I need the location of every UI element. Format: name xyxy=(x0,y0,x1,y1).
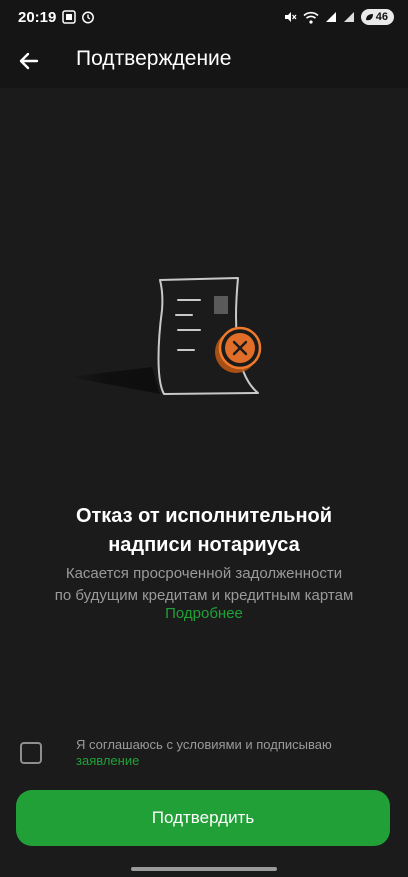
agreement-text: Я соглашаюсь с условиями и подписываю за… xyxy=(76,737,386,769)
document-rejected-illustration xyxy=(60,270,280,415)
home-indicator xyxy=(131,867,277,871)
status-left-icons xyxy=(62,10,95,24)
signal-icon-2 xyxy=(343,12,354,22)
main-heading: Отказ от исполнительной надписи нотариус… xyxy=(0,502,408,560)
status-right-icons: 46 xyxy=(283,9,394,25)
battery-saver-icon xyxy=(365,13,373,20)
screenshot-icon xyxy=(62,10,76,24)
wifi-icon xyxy=(303,11,319,24)
subtitle-line-2: по будущим кредитам и кредитным картам xyxy=(54,587,354,604)
status-time: 20:19 xyxy=(18,9,57,26)
confirm-button[interactable]: Подтвердить xyxy=(16,790,390,846)
status-bar: 20:19 46 xyxy=(0,0,408,34)
battery-level: 46 xyxy=(375,11,388,23)
main-subtitle: Касается просроченной задолженности по б… xyxy=(0,563,408,607)
back-button[interactable] xyxy=(14,46,44,76)
signal-icon xyxy=(325,12,336,22)
alarm-icon xyxy=(82,11,94,24)
page-title: Подтверждение xyxy=(76,47,232,70)
battery-indicator: 46 xyxy=(360,9,394,25)
arrow-left-icon xyxy=(19,52,39,70)
heading-line-1: Отказ от исполнительной xyxy=(75,505,333,527)
subtitle-line-1: Касается просроченной задолженности xyxy=(65,565,343,582)
statement-link[interactable]: заявление xyxy=(76,753,386,769)
agreement-label: Я соглашаюсь с условиями и подписываю xyxy=(76,737,332,752)
mute-icon xyxy=(284,12,297,22)
document-rejected-icon xyxy=(68,277,262,395)
agreement-checkbox[interactable] xyxy=(20,742,42,764)
heading-line-2: надписи нотариуса xyxy=(108,534,300,556)
app-bar: Подтверждение xyxy=(0,34,408,88)
more-info-link[interactable]: Подробнее xyxy=(0,605,408,622)
